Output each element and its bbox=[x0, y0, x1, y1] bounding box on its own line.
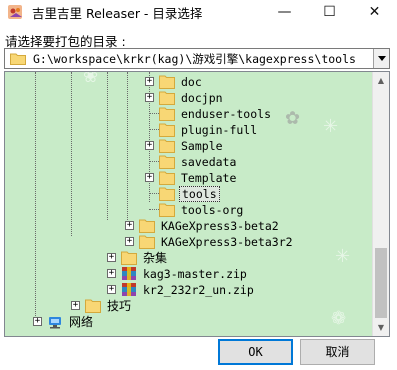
expand-toggle-icon[interactable]: + bbox=[107, 253, 116, 262]
scroll-up-icon[interactable]: ▲ bbox=[373, 72, 389, 89]
folder-icon bbox=[159, 170, 175, 185]
ok-button-label: OK bbox=[248, 345, 263, 359]
sparkle-decoration-icon: ✳ bbox=[323, 116, 339, 137]
tree-item-label: tools bbox=[179, 186, 220, 202]
tree-item-label: Sample bbox=[181, 139, 223, 153]
maximize-button[interactable]: ☐ bbox=[307, 0, 352, 24]
expand-toggle-icon[interactable]: + bbox=[71, 301, 80, 310]
folder-icon bbox=[159, 90, 175, 105]
flower-decoration-icon: ❀ bbox=[83, 71, 99, 87]
folder-icon bbox=[85, 298, 101, 313]
folder-tree[interactable]: ❀ ✿ ✳ ✳ ❁ + doc + docjpn enduser-tools plugin… bbox=[4, 71, 390, 337]
expand-toggle-icon[interactable]: + bbox=[145, 173, 154, 182]
sparkle-decoration-icon: ✳ bbox=[335, 246, 351, 267]
scrollbar-thumb[interactable] bbox=[375, 248, 387, 318]
tree-item-label: KAGeXpress3-beta3r2 bbox=[161, 235, 293, 249]
folder-icon bbox=[159, 202, 175, 217]
folder-icon bbox=[159, 122, 175, 137]
expand-toggle-icon[interactable]: + bbox=[107, 269, 116, 278]
cancel-button-label: 取消 bbox=[325, 345, 350, 359]
tree-item-label: enduser-tools bbox=[181, 107, 272, 121]
ok-button[interactable]: OK bbox=[218, 339, 293, 365]
app-icon bbox=[8, 5, 22, 19]
expand-toggle-icon[interactable]: + bbox=[125, 221, 134, 230]
folder-icon bbox=[139, 234, 155, 249]
expand-toggle-icon[interactable]: + bbox=[145, 93, 154, 102]
chevron-down-icon bbox=[377, 56, 386, 61]
tree-connector bbox=[149, 113, 159, 114]
cancel-button[interactable]: 取消 bbox=[300, 339, 375, 365]
zip-archive-icon bbox=[121, 266, 137, 281]
tree-connector bbox=[149, 161, 159, 162]
folder-icon bbox=[159, 186, 175, 201]
path-value: G:\workspace\krkr(kag)\游戏引擎\kagexpress\t… bbox=[33, 52, 356, 66]
tree-item-label: Template bbox=[181, 171, 237, 185]
tree-item-label: 技巧 bbox=[107, 299, 132, 313]
tree-item-label: 网络 bbox=[69, 315, 94, 329]
sparkle-decoration-icon: ❁ bbox=[331, 308, 347, 329]
folder-icon bbox=[159, 106, 175, 121]
close-button[interactable]: ✕ bbox=[352, 0, 397, 24]
network-icon bbox=[47, 314, 63, 329]
expand-toggle-icon[interactable]: + bbox=[33, 317, 42, 326]
minimize-button[interactable]: — bbox=[262, 0, 307, 24]
tree-guide-line bbox=[127, 72, 128, 230]
dropdown-button[interactable] bbox=[373, 49, 389, 68]
folder-icon bbox=[159, 74, 175, 89]
tree-connector bbox=[149, 129, 159, 130]
folder-icon bbox=[159, 138, 175, 153]
tree-item-label: docjpn bbox=[181, 91, 223, 105]
path-combobox[interactable]: G:\workspace\krkr(kag)\游戏引擎\kagexpress\t… bbox=[4, 48, 390, 69]
zip-archive-icon bbox=[121, 282, 137, 297]
window-title: 吉里吉里 Releaser - 目录选择 bbox=[32, 6, 203, 21]
folder-icon bbox=[121, 250, 137, 265]
folder-icon bbox=[159, 154, 175, 169]
tree-item-label: kr2_232r2_un.zip bbox=[143, 283, 254, 297]
tree-item-label: kag3-master.zip bbox=[143, 267, 247, 281]
tree-connector bbox=[149, 193, 159, 194]
tree-connector bbox=[149, 209, 159, 210]
title-bar: 吉里吉里 Releaser - 目录选择 — ☐ ✕ bbox=[0, 0, 397, 24]
folder-icon bbox=[139, 218, 155, 233]
tree-item-label: savedata bbox=[181, 155, 237, 169]
tree-guide-line bbox=[71, 72, 72, 236]
expand-toggle-icon[interactable]: + bbox=[145, 141, 154, 150]
expand-toggle-icon[interactable]: + bbox=[145, 77, 154, 86]
expand-toggle-icon[interactable]: + bbox=[125, 237, 134, 246]
tree-item-label: doc bbox=[181, 75, 202, 89]
vertical-scrollbar[interactable]: ▲ ▼ bbox=[372, 72, 389, 336]
tree-item-label: KAGeXpress3-beta2 bbox=[161, 219, 279, 233]
tree-guide-line bbox=[107, 72, 108, 220]
expand-toggle-icon[interactable]: + bbox=[107, 285, 116, 294]
tree-item-label: 杂集 bbox=[143, 251, 168, 265]
tree-item-label: plugin-full bbox=[181, 123, 258, 137]
tree-guide-line bbox=[35, 72, 36, 316]
scroll-down-icon[interactable]: ▼ bbox=[373, 319, 389, 336]
folder-icon bbox=[10, 53, 26, 65]
gear-decoration-icon: ✿ bbox=[285, 108, 301, 129]
tree-item-label: tools-org bbox=[181, 203, 244, 217]
